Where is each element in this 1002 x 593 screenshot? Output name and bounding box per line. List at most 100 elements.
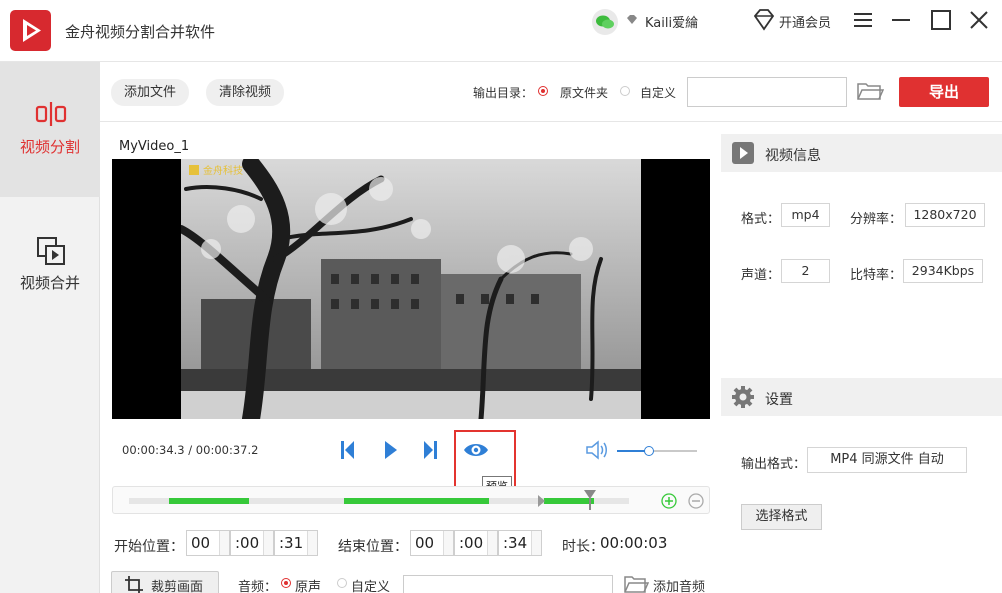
start-hours-value: 00 [191,534,211,552]
radio-source-folder[interactable] [538,86,548,96]
volume-slider[interactable] [617,446,697,456]
start-minutes-value: :00 [235,534,260,552]
end-label: 结束位置： [338,539,408,555]
crop-label: 裁剪画面 [151,580,204,593]
channels-value: 2 [781,259,830,283]
prev-frame-icon[interactable] [336,438,360,462]
export-button[interactable]: 导出 [899,77,989,107]
duration-value: 00:00:03 [600,534,668,552]
radio-original-audio[interactable] [281,578,291,588]
svg-text:金舟科技: 金舟科技 [203,164,243,177]
channels-label: 声道： [741,268,781,283]
playhead-left-icon[interactable] [536,495,546,511]
start-minutes-field[interactable]: :00 [230,530,274,556]
video-player[interactable]: 金舟科技 [112,155,710,428]
start-label: 开始位置： [114,539,184,555]
spinner-icon[interactable] [531,531,541,555]
spinner-icon[interactable] [307,531,317,555]
gear-icon [731,385,755,413]
select-format-button[interactable]: 选择格式 [741,504,822,530]
bitrate-label: 比特率： [850,268,903,283]
add-file-button[interactable]: 添加文件 [111,79,190,106]
output-format-label: 输出格式： [741,457,807,472]
watermark-logo-icon [189,165,199,175]
bitrate-value: 2934Kbps [903,259,983,283]
play-logo-icon [23,19,41,42]
end-minutes-field[interactable]: :00 [454,530,498,556]
output-dir-label: 输出目录： [473,86,534,100]
timecode: 00:00:34.3 / 00:00:37.2 [122,443,259,457]
timeline-segment[interactable] [169,498,249,504]
spinner-icon[interactable] [263,531,273,555]
folder-icon[interactable] [856,80,885,106]
crop-icon [124,575,144,593]
audio-path-input[interactable] [403,575,613,593]
audio-label: 音频： [238,580,278,593]
audio-folder-icon[interactable] [623,574,650,593]
video-info-title: 视频信息 [765,148,821,164]
sidebar-item-label: 视频合并 [19,274,80,292]
add-audio-button[interactable]: 添加音频 [653,576,705,593]
output-format-value: MP4 同源文件 自动 [807,447,967,473]
toolbar: 添加文件 清除视频 输出目录： 原文件夹 自定义 导出 [100,62,1002,122]
zoom-out-icon[interactable] [688,493,704,513]
playhead-icon[interactable] [583,490,597,514]
resolution-value: 1280x720 [905,203,985,227]
timeline[interactable] [112,486,710,514]
close-icon[interactable] [968,9,990,31]
spinner-icon[interactable] [443,531,453,555]
timeline-segment[interactable] [344,498,489,504]
start-hours-field[interactable]: 00 [186,530,230,556]
wechat-icon[interactable] [592,9,618,35]
settings-header: 设置 [721,378,1002,416]
menu-icon[interactable] [852,9,874,31]
title-bar: 金舟视频分割合并软件 Kaili爱綸 开通会员 [0,0,1002,62]
zoom-in-icon[interactable] [661,493,677,513]
end-minutes-value: :00 [459,534,484,552]
minimize-icon[interactable] [890,9,912,31]
vip-link[interactable]: 开通会员 [779,12,831,31]
merge-icon [36,236,66,270]
maximize-icon[interactable] [930,9,952,31]
app-logo [10,10,51,51]
source-folder-label: 原文件夹 [560,86,609,100]
sidebar-item-split[interactable]: 视频分割 [0,62,100,197]
start-seconds-field[interactable]: :31 [274,530,318,556]
sidebar-item-merge[interactable]: 视频合并 [0,198,100,318]
timeline-track[interactable] [129,498,629,504]
volume-knob[interactable] [644,446,654,456]
spinner-icon[interactable] [219,531,229,555]
video-info-icon [731,141,755,169]
vip-diamond-icon [626,14,638,29]
end-seconds-value: :34 [503,534,528,552]
sidebar-item-label: 视频分割 [19,138,80,156]
radio-custom-audio[interactable] [337,578,347,588]
app-title: 金舟视频分割合并软件 [65,23,216,41]
end-seconds-field[interactable]: :34 [498,530,542,556]
custom-audio-label: 自定义 [351,580,391,593]
resolution-label: 分辨率： [850,212,903,227]
end-hours-field[interactable]: 00 [410,530,454,556]
crop-button[interactable]: 裁剪画面 [111,571,219,593]
duration-label: 时长： [562,539,604,555]
settings-title: 设置 [765,392,793,408]
user-name[interactable]: Kaili爱綸 [645,12,698,31]
split-icon [35,101,67,131]
clear-video-button[interactable]: 清除视频 [206,79,285,106]
diamond-icon[interactable] [752,9,776,35]
original-audio-label: 原声 [295,580,322,593]
video-name: MyVideo_1 [119,139,190,154]
video-info-header: 视频信息 [721,134,1002,172]
spinner-icon[interactable] [487,531,497,555]
start-seconds-value: :31 [279,534,304,552]
radio-custom-dir[interactable] [620,86,630,96]
format-label: 格式： [741,212,781,227]
format-value: mp4 [781,203,830,227]
volume-icon[interactable] [585,438,609,466]
output-dir-input[interactable] [687,77,847,107]
video-frame-image: 金舟科技 [177,155,641,428]
play-icon[interactable] [379,438,403,462]
end-hours-value: 00 [415,534,435,552]
next-frame-icon[interactable] [418,438,442,462]
custom-dir-label: 自定义 [640,86,677,100]
